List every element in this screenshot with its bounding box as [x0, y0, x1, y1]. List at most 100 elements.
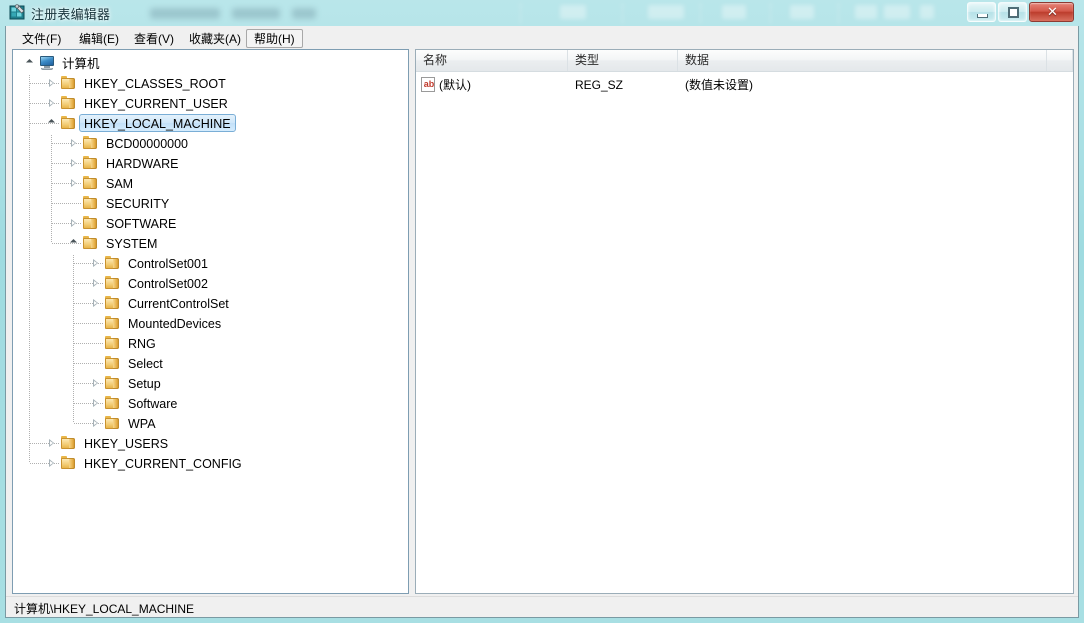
tree-item-rng[interactable]: RNG [13, 333, 408, 353]
tree-item-select[interactable]: Select [13, 353, 408, 373]
menu-item-1[interactable]: 编辑(E) [71, 29, 127, 48]
tree-item-software[interactable]: SOFTWARE [13, 213, 408, 233]
tree-item--[interactable]: 计算机 [13, 53, 408, 73]
registry-key-folder-icon [105, 416, 120, 430]
tree-connector-stub [74, 363, 104, 364]
registry-tree-pane[interactable]: 计算机 HKEY_CLASSES_ROOT HKEY_CURRENT_USER HKE… [12, 49, 409, 594]
tree-connector-stub [74, 403, 104, 404]
tree-item-sam[interactable]: SAM [13, 173, 408, 193]
registry-key-folder-icon [83, 216, 98, 230]
client-area: 文件(F) 编辑(E) 查看(V) 收藏夹(A) 帮助(H) 计算机 HKEY_CLASS… [5, 26, 1079, 618]
tree-item-hkey-classes-root[interactable]: HKEY_CLASSES_ROOT [13, 73, 408, 93]
tree-item-label: Setup [128, 377, 161, 391]
menu-item-3[interactable]: 收藏夹(A) [181, 29, 249, 48]
tree-item-bcd00000000[interactable]: BCD00000000 [13, 133, 408, 153]
tree-item-label: 计算机 [62, 57, 100, 71]
expand-arrow-icon[interactable] [71, 179, 76, 187]
expand-arrow-icon[interactable] [71, 139, 76, 147]
column-header-1[interactable]: 类型 [568, 50, 678, 71]
tree-connector-stub [74, 383, 104, 384]
tree-item-hkey-current-user[interactable]: HKEY_CURRENT_USER [13, 93, 408, 113]
close-button[interactable]: ✕ [1029, 2, 1074, 22]
registry-key-folder-icon [61, 456, 76, 470]
expand-arrow-icon[interactable] [93, 279, 98, 287]
collapse-arrow-icon[interactable] [25, 58, 34, 67]
string-value-icon [421, 77, 436, 92]
column-header-3[interactable] [1047, 50, 1073, 71]
menu-item-4[interactable]: 帮助(H) [246, 29, 303, 48]
registry-key-folder-icon [83, 196, 98, 210]
registry-key-folder-icon [105, 336, 120, 350]
title-bar[interactable]: 注册表编辑器 ✕ [0, 0, 1084, 26]
expand-arrow-icon[interactable] [71, 159, 76, 167]
tree-item-security[interactable]: SECURITY [13, 193, 408, 213]
tree-connector-stub [30, 463, 60, 464]
registry-key-folder-icon [105, 316, 120, 330]
tree-item-label: HKEY_LOCAL_MACHINE [79, 114, 236, 132]
tree-item-label: WPA [128, 417, 156, 431]
tree-connector-stub [52, 183, 82, 184]
tree-item-hkey-users[interactable]: HKEY_USERS [13, 433, 408, 453]
tree-item-label: HARDWARE [106, 157, 179, 171]
tree-item-label: HKEY_CURRENT_CONFIG [84, 457, 242, 471]
tree-connector-stub [74, 303, 104, 304]
registry-key-folder-icon [105, 396, 120, 410]
tree-connector-stub [52, 163, 82, 164]
tree-item-label: ControlSet001 [128, 257, 208, 271]
collapse-arrow-icon[interactable] [47, 118, 56, 127]
tree-connector-stub [30, 443, 60, 444]
registry-key-folder-icon [105, 376, 120, 390]
tree-item-wpa[interactable]: WPA [13, 413, 408, 433]
tree-connector-stub [30, 83, 60, 84]
value-type-cell: REG_SZ [575, 78, 624, 92]
tree-item-label: HKEY_CURRENT_USER [84, 97, 228, 111]
registry-key-folder-icon [61, 76, 76, 90]
status-bar: 计算机\HKEY_LOCAL_MACHINE [6, 596, 1078, 617]
minimize-button[interactable] [967, 2, 996, 22]
registry-key-folder-icon [61, 96, 76, 110]
menu-item-0[interactable]: 文件(F) [14, 29, 69, 48]
tree-item-mounteddevices[interactable]: MountedDevices [13, 313, 408, 333]
tree-item-system[interactable]: SYSTEM [13, 233, 408, 253]
tree-item-software[interactable]: Software [13, 393, 408, 413]
maximize-button[interactable] [998, 2, 1027, 22]
column-header-0[interactable]: 名称 [416, 50, 568, 71]
registry-values-pane[interactable]: 名称类型数据 (默认) REG_SZ (数值未设置) [415, 49, 1074, 594]
list-column-headers: 名称 类型 数据 [416, 50, 1073, 72]
expand-arrow-icon[interactable] [93, 399, 98, 407]
registry-editor-icon [9, 4, 25, 20]
column-header-2[interactable]: 数据 [678, 50, 1047, 71]
registry-key-folder-icon [105, 296, 120, 310]
expand-arrow-icon[interactable] [93, 299, 98, 307]
expand-arrow-icon[interactable] [71, 219, 76, 227]
tree-item-hardware[interactable]: HARDWARE [13, 153, 408, 173]
window-title: 注册表编辑器 [31, 7, 111, 22]
expand-arrow-icon[interactable] [93, 379, 98, 387]
registry-key-folder-icon [83, 136, 98, 150]
tree-item-currentcontrolset[interactable]: CurrentControlSet [13, 293, 408, 313]
tree-item-hkey-local-machine[interactable]: HKEY_LOCAL_MACHINE [13, 113, 408, 133]
tree-connector-stub [52, 203, 82, 204]
tree-item-controlset001[interactable]: ControlSet001 [13, 253, 408, 273]
tree-item-setup[interactable]: Setup [13, 373, 408, 393]
expand-arrow-icon[interactable] [93, 259, 98, 267]
tree-item-hkey-current-config[interactable]: HKEY_CURRENT_CONFIG [13, 453, 408, 473]
expand-arrow-icon[interactable] [49, 99, 54, 107]
collapse-arrow-icon[interactable] [69, 238, 78, 247]
expand-arrow-icon[interactable] [93, 419, 98, 427]
tree-connector-stub [52, 243, 82, 244]
value-data-cell: (数值未设置) [685, 78, 753, 92]
tree-item-label: HKEY_USERS [84, 437, 169, 451]
menu-item-2[interactable]: 查看(V) [126, 29, 182, 48]
tree-connector-stub [74, 263, 104, 264]
table-row[interactable]: (默认) REG_SZ (数值未设置) [416, 76, 1073, 94]
tree-item-label: BCD00000000 [106, 137, 189, 151]
tree-item-controlset002[interactable]: ControlSet002 [13, 273, 408, 293]
expand-arrow-icon[interactable] [49, 79, 54, 87]
registry-key-folder-icon [105, 256, 120, 270]
tree-item-label: Software [128, 397, 178, 411]
computer-icon [39, 56, 55, 70]
expand-arrow-icon[interactable] [49, 459, 54, 467]
tree-item-label: SYSTEM [106, 237, 158, 251]
expand-arrow-icon[interactable] [49, 439, 54, 447]
